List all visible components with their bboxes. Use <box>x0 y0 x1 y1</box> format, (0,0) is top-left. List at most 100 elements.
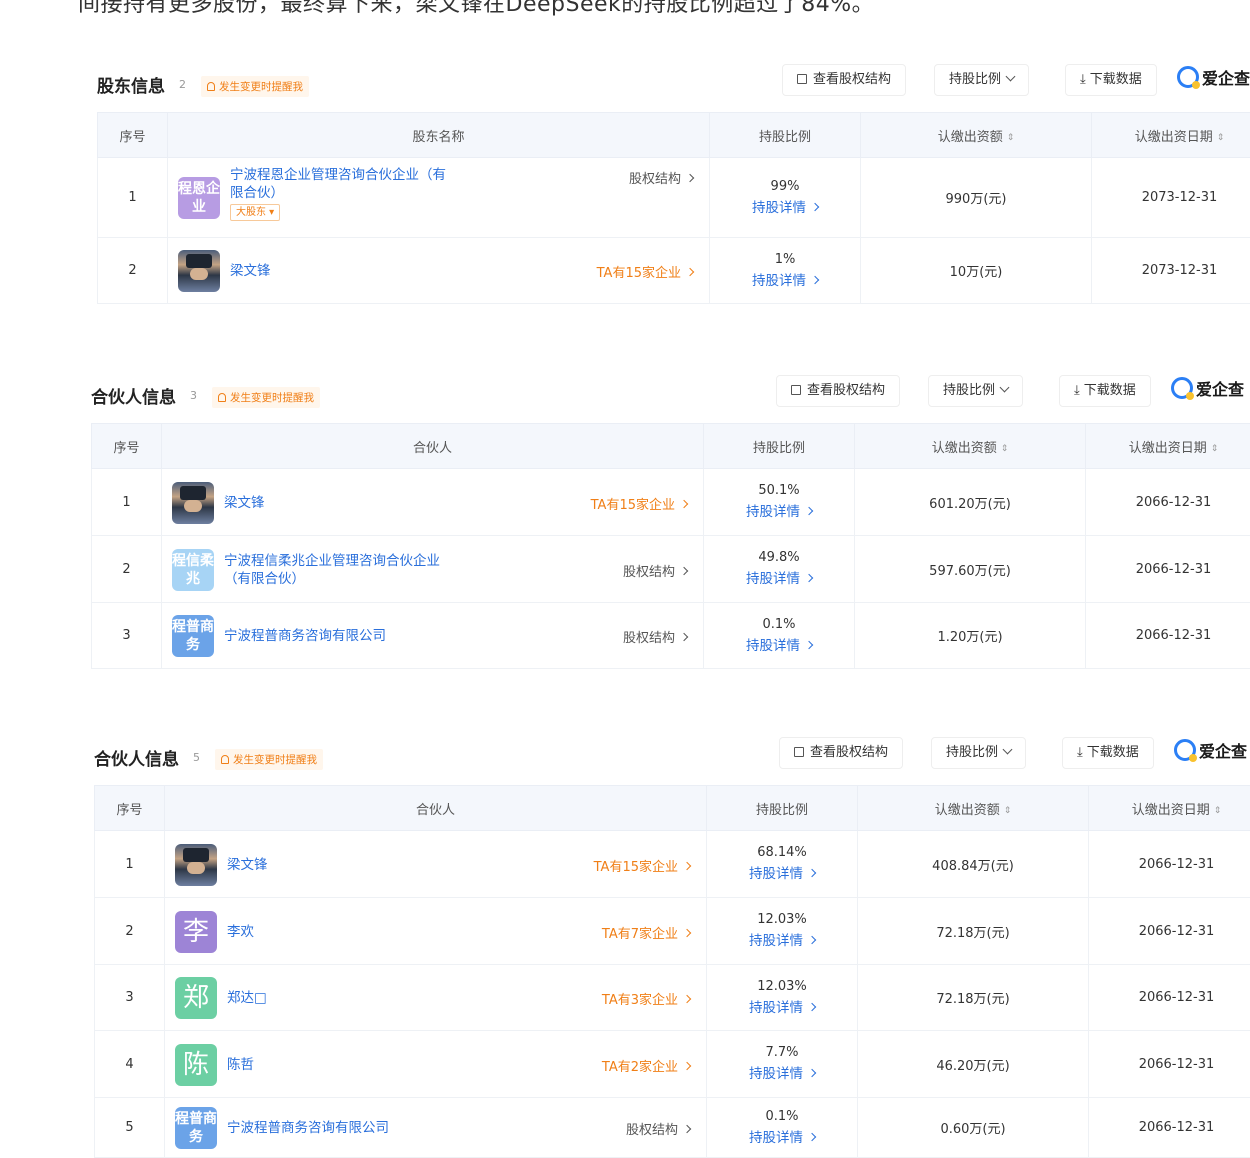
shareholding-detail-link[interactable]: 持股详情 <box>708 1063 856 1085</box>
equity-structure-button[interactable]: 查看股权结构 <box>779 737 903 769</box>
related-companies-link[interactable]: TA有15家企业 <box>597 262 693 281</box>
chevron-right-icon <box>683 928 691 936</box>
holder-name-link[interactable]: 宁波程普商务咨询有限公司 <box>224 628 386 644</box>
chevron-right-icon <box>680 499 688 507</box>
column-header[interactable]: 认缴出资日期⇕ <box>1092 113 1250 158</box>
ratio-dropdown[interactable]: 持股比例 <box>931 737 1026 769</box>
shareholding-detail-link[interactable]: 持股详情 <box>708 997 856 1019</box>
ratio-dropdown[interactable]: 持股比例 <box>928 375 1023 407</box>
download-button[interactable]: ⤓下载数据 <box>1059 375 1151 407</box>
download-icon: ⤓ <box>1074 376 1080 406</box>
equity-structure-link[interactable]: 股权结构 <box>626 1119 690 1138</box>
shareholding-detail-link[interactable]: 持股详情 <box>705 568 853 590</box>
change-remind-button[interactable]: 发生变更时提醒我 <box>201 76 309 97</box>
shareholding-detail-link[interactable]: 持股详情 <box>711 270 859 292</box>
avatar[interactable] <box>172 482 214 524</box>
related-companies-link[interactable]: TA有15家企业 <box>591 494 687 513</box>
avatar[interactable]: 程普商务 <box>175 1107 217 1149</box>
shareholding-detail-link[interactable]: 持股详情 <box>708 863 856 885</box>
holder-name-link[interactable]: 郑达□ <box>227 990 267 1006</box>
avatar[interactable]: 程信柔兆 <box>172 549 214 591</box>
avatar[interactable]: 程普商务 <box>172 615 214 657</box>
section-header: 股东信息 2 发生变更时提醒我 查看股权结构 持股比例 ⤓下载数据 爱企查 <box>97 62 1250 112</box>
row-number: 3 <box>92 603 162 669</box>
holder-name-link[interactable]: 梁文锋 <box>230 263 271 279</box>
chevron-right-icon <box>680 566 688 574</box>
brand-logo: 爱企查 <box>1174 737 1247 767</box>
holder-name-link[interactable]: 宁波程恩企业管理咨询合伙企业（有限合伙） <box>230 167 446 201</box>
subscribed-date: 2073-12-31 <box>1092 158 1250 238</box>
major-holder-badge[interactable]: 大股东 ▾ <box>230 204 280 221</box>
row-number: 4 <box>95 1031 165 1098</box>
shareholding-detail-link[interactable]: 持股详情 <box>708 1127 856 1149</box>
column-header[interactable]: 认缴出资额⇕ <box>858 786 1089 831</box>
shareholding-ratio: 12.03% <box>708 910 856 930</box>
column-header[interactable]: 认缴出资日期⇕ <box>1086 424 1250 469</box>
bell-icon <box>207 82 215 91</box>
subscribed-amount: 1.20万(元) <box>855 603 1086 669</box>
avatar[interactable]: 陈 <box>175 1044 217 1086</box>
sort-icon: ⇕ <box>1214 806 1222 816</box>
table-row: 1 梁文锋 TA有15家企业 68.14% 持股详情 408.84万(元) 20… <box>95 831 1250 898</box>
section-title: 股东信息 <box>97 72 165 97</box>
holder-cell: 梁文锋 TA有15家企业 <box>162 469 704 536</box>
holder-name-link[interactable]: 宁波程信柔兆企业管理咨询合伙企业（有限合伙） <box>224 553 440 587</box>
section-title: 合伙人信息 <box>91 383 176 408</box>
avatar[interactable]: 郑 <box>175 977 217 1019</box>
table-header-row: 序号合伙人持股比例认缴出资额⇕认缴出资日期⇕ <box>95 786 1250 831</box>
related-companies-link[interactable]: TA有3家企业 <box>602 989 690 1008</box>
brand-icon <box>1174 739 1196 761</box>
equity-structure-link[interactable]: 股权结构 <box>629 168 693 187</box>
column-header[interactable]: 认缴出资日期⇕ <box>1089 786 1250 831</box>
equity-structure-link[interactable]: 股权结构 <box>623 561 687 580</box>
holder-cell: 程普商务 宁波程普商务咨询有限公司 股权结构 <box>162 603 704 669</box>
table-row: 2 程信柔兆 宁波程信柔兆企业管理咨询合伙企业（有限合伙） 股权结构 49.8%… <box>92 536 1250 603</box>
shareholding-ratio: 68.14% <box>708 843 856 863</box>
avatar[interactable]: 程恩企业 <box>178 177 220 219</box>
holder-name-block: 郑达□ <box>227 989 527 1007</box>
holder-name-block: 宁波程信柔兆企业管理咨询合伙企业（有限合伙） <box>224 552 444 588</box>
equity-structure-button[interactable]: 查看股权结构 <box>782 64 906 96</box>
holder-name-link[interactable]: 陈哲 <box>227 1057 254 1073</box>
shareholding-ratio: 49.8% <box>705 548 853 568</box>
shareholding-detail-link[interactable]: 持股详情 <box>711 197 859 219</box>
subscribed-amount: 46.20万(元) <box>858 1031 1089 1098</box>
table-row: 2 李 李欢 TA有7家企业 12.03% 持股详情 72.18万(元) 206… <box>95 898 1250 965</box>
section-1: 股东信息 2 发生变更时提醒我 查看股权结构 持股比例 ⤓下载数据 爱企查 序号… <box>97 62 1250 304</box>
section-count: 2 <box>179 78 186 91</box>
table-row: 3 郑 郑达□ TA有3家企业 12.03% 持股详情 72.18万(元) 20… <box>95 965 1250 1031</box>
shareholding-ratio: 1% <box>711 250 859 270</box>
holder-name-link[interactable]: 李欢 <box>227 924 254 940</box>
ratio-cell: 0.1% 持股详情 <box>704 603 855 669</box>
avatar[interactable] <box>175 844 217 886</box>
holder-name-link[interactable]: 宁波程普商务咨询有限公司 <box>227 1120 389 1136</box>
related-companies-link[interactable]: TA有7家企业 <box>602 923 690 942</box>
related-companies-link[interactable]: TA有2家企业 <box>602 1056 690 1075</box>
chevron-right-icon <box>811 275 819 283</box>
holder-name-link[interactable]: 梁文锋 <box>224 495 265 511</box>
change-remind-button[interactable]: 发生变更时提醒我 <box>215 749 323 770</box>
section-2: 合伙人信息 3 发生变更时提醒我 查看股权结构 持股比例 ⤓下载数据 爱企查 序… <box>91 373 1250 669</box>
change-remind-button[interactable]: 发生变更时提醒我 <box>212 387 320 408</box>
ratio-cell: 7.7% 持股详情 <box>707 1031 858 1098</box>
chevron-right-icon <box>808 869 816 877</box>
avatar[interactable] <box>178 250 220 292</box>
column-header[interactable]: 认缴出资额⇕ <box>861 113 1092 158</box>
shareholding-detail-link[interactable]: 持股详情 <box>705 635 853 657</box>
holder-name-link[interactable]: 梁文锋 <box>227 857 268 873</box>
subscribed-date: 2073-12-31 <box>1092 238 1250 304</box>
shareholding-detail-link[interactable]: 持股详情 <box>705 501 853 523</box>
avatar[interactable]: 李 <box>175 911 217 953</box>
ratio-dropdown[interactable]: 持股比例 <box>934 64 1029 96</box>
equity-structure-link[interactable]: 股权结构 <box>623 627 687 646</box>
column-header[interactable]: 认缴出资额⇕ <box>855 424 1086 469</box>
shareholding-detail-link[interactable]: 持股详情 <box>708 930 856 952</box>
related-companies-link[interactable]: TA有15家企业 <box>594 856 690 875</box>
download-button[interactable]: ⤓下载数据 <box>1062 737 1154 769</box>
holders-table: 序号合伙人持股比例认缴出资额⇕认缴出资日期⇕ 1 梁文锋 TA有15家企业 68… <box>94 785 1250 1158</box>
column-header: 序号 <box>98 113 168 158</box>
download-button[interactable]: ⤓下载数据 <box>1065 64 1157 96</box>
brand-icon <box>1177 66 1199 88</box>
equity-structure-button[interactable]: 查看股权结构 <box>776 375 900 407</box>
row-number: 1 <box>98 158 168 238</box>
